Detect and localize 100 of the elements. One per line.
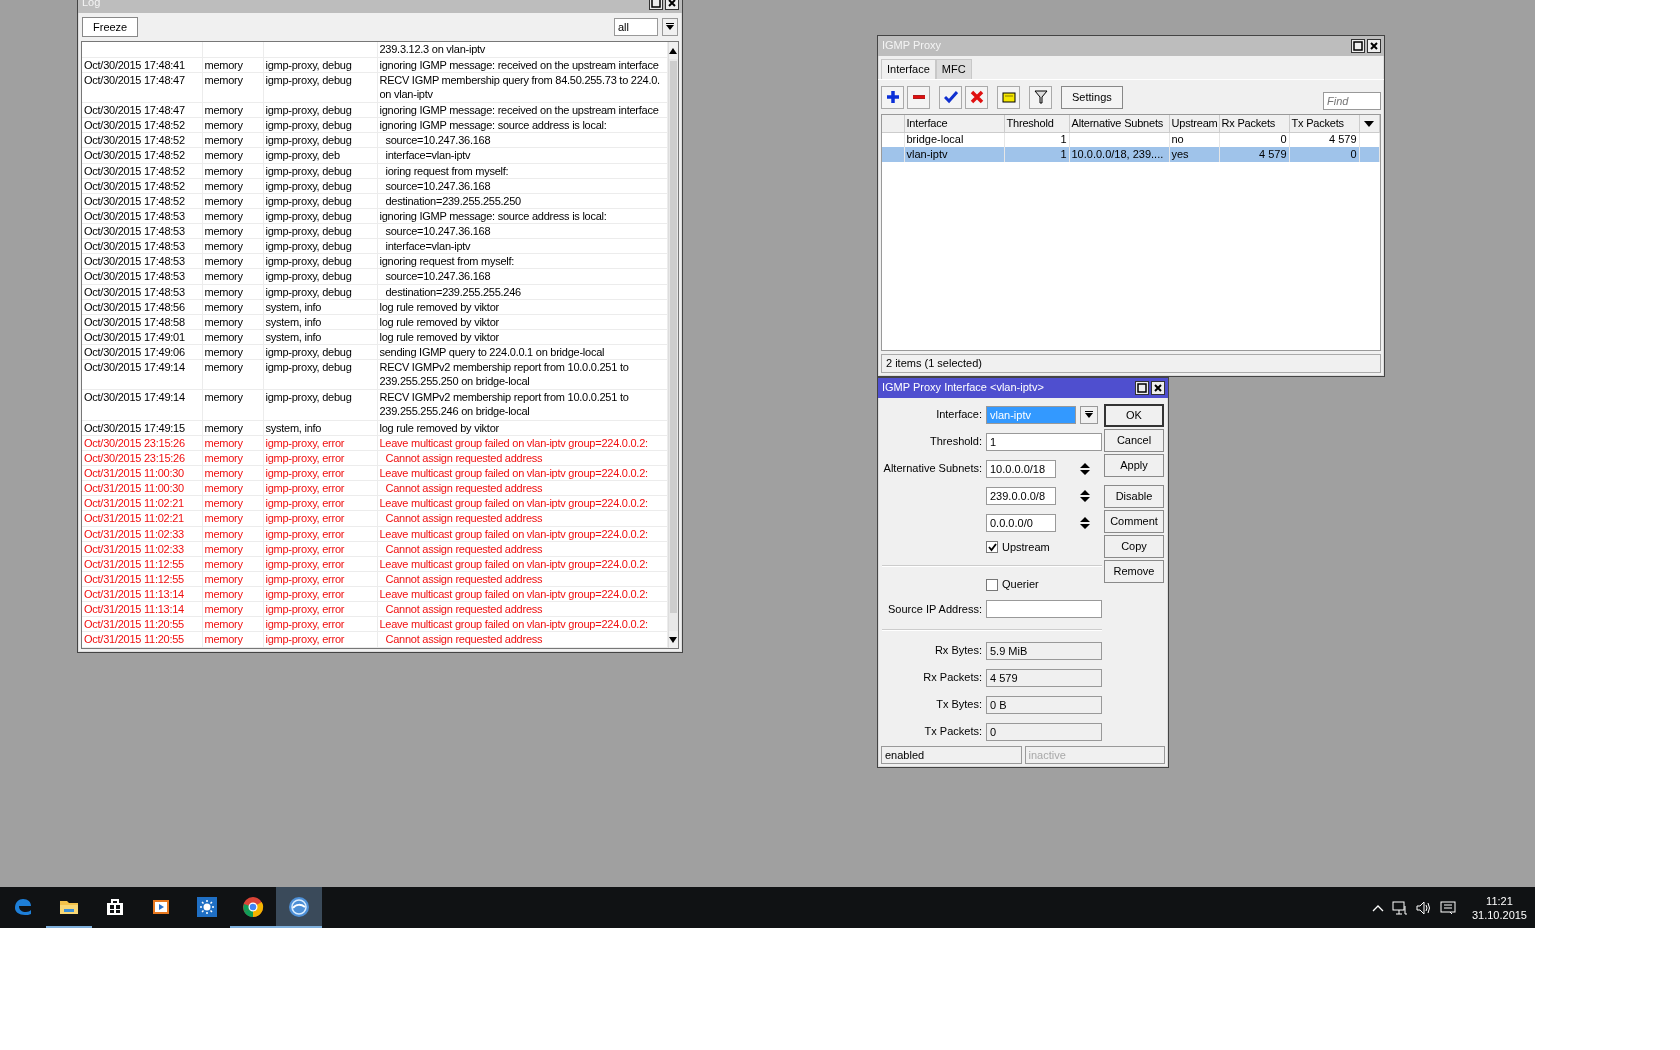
dialog-button[interactable]: Cancel [1104,429,1164,452]
maximize-button[interactable] [649,0,663,10]
topics-cell: igmp-proxy, debug [263,344,377,360]
topics-cell: igmp-proxy, debug [263,132,377,148]
threshold-field[interactable]: 1 [986,432,1102,451]
topics-cell: igmp-proxy, debug [263,268,377,284]
checkbox[interactable] [986,541,998,554]
message-cell: Leave multicast group failed on vlan-iptv group=224.0.0.2: [377,435,667,451]
topics-cell: igmp-proxy, error [263,586,377,602]
time-cell: Oct/30/2015 17:48:47 [82,102,202,118]
check-icon [943,90,958,105]
buffer-cell: memory [202,616,263,632]
close-button[interactable] [1367,39,1381,53]
column-header[interactable]: Upstream [1169,115,1219,133]
message-cell: 239.3.12.3 on vlan-iptv [377,42,667,58]
buffer-cell: memory [202,526,263,542]
tab[interactable]: MFC [935,59,972,80]
readonly-field: 5.9 MiB [986,642,1102,661]
scroll-down-button[interactable] [668,631,678,648]
comment-button[interactable] [997,85,1020,109]
time-cell: Oct/30/2015 17:48:53 [82,284,202,300]
time-cell: Oct/31/2015 11:12:55 [82,556,202,572]
topics-cell: igmp-proxy, error [263,435,377,451]
globe-icon [287,894,311,919]
chevron-up-icon[interactable] [1371,903,1384,912]
column-header[interactable]: Threshold [1004,115,1069,133]
time-cell: Oct/30/2015 23:15:26 [82,435,202,451]
subnet-field[interactable]: 239.0.0.0/8 [986,486,1056,505]
topics-cell: igmp-proxy, error [263,510,377,527]
remove-button[interactable] [907,85,930,109]
topics-cell: igmp-proxy, debug [263,72,377,103]
cross-icon [969,90,984,105]
dropdown-button[interactable] [662,18,678,36]
freeze-button[interactable]: Freeze [82,17,139,37]
buffer-cell: memory [202,223,263,239]
message-cell: ioring request from myself: [377,163,667,179]
close-button[interactable] [1151,381,1165,395]
message-cell: destination=239.255.255.246 [377,284,667,300]
volume-icon[interactable] [1415,900,1432,915]
dialog-button[interactable]: Disable [1104,485,1164,508]
filter-icon [1033,90,1048,105]
column-header[interactable]: Rx Packets [1219,115,1289,133]
dialog-button[interactable]: Copy [1104,535,1164,558]
dialog-button[interactable]: Apply [1104,454,1164,477]
enable-button[interactable] [939,85,962,109]
message-cell: ignoring IGMP message: source address is local: [377,208,667,224]
disable-button[interactable] [965,85,988,109]
close-button[interactable] [665,0,679,10]
add-button[interactable] [881,85,904,109]
spinner-arrows-icon [1080,461,1090,476]
caret-down-icon [666,23,674,31]
message-cell: source=10.247.36.168 [377,132,667,148]
subnet-field[interactable]: 0.0.0.0/0 [986,513,1056,532]
time-cell: Oct/30/2015 17:49:15 [82,420,202,436]
topics-cell: igmp-proxy, debug [263,208,377,224]
network-icon[interactable] [1391,900,1408,915]
filter-button[interactable] [1029,85,1052,109]
topics-cell: igmp-proxy, debug [263,178,377,194]
subnet-field[interactable]: 10.0.0.0/18 [986,459,1056,478]
maximize-button[interactable] [1135,381,1149,395]
time-cell: Oct/30/2015 17:49:14 [82,359,202,390]
time-cell: Oct/31/2015 11:00:30 [82,480,202,496]
table-cell: 0 [1289,147,1359,163]
dialog-button[interactable]: OK [1104,404,1164,427]
column-header[interactable]: Tx Packets [1289,115,1359,133]
buffer-cell: memory [202,102,263,118]
status-text: enabled [881,746,1022,764]
tab[interactable]: Interface [881,59,936,80]
topics-cell: igmp-proxy, error [263,526,377,542]
source-ip-field[interactable] [986,600,1102,619]
scroll-up-button[interactable] [668,42,678,59]
notification-icon[interactable] [1439,900,1456,915]
taskbar-app[interactable] [276,887,322,928]
column-header[interactable]: Alternative Subnets [1069,115,1169,133]
message-cell: Cannot assign requested address [377,631,667,648]
message-cell: Leave multicast group failed on vlan-iptv group=224.0.0.2: [377,586,667,602]
dropdown-button[interactable] [1080,406,1098,424]
column-header[interactable]: Interface [904,115,1004,133]
dialog-button[interactable]: Comment [1104,510,1164,533]
message-cell: Cannot assign requested address [377,480,667,496]
filter-dropdown[interactable]: all [614,18,658,36]
buffer-cell: memory [202,163,263,179]
checkbox[interactable] [986,578,998,591]
caret-down-icon [1085,411,1093,419]
message-cell: interface=vlan-iptv [377,147,667,163]
maximize-button[interactable] [1351,39,1365,53]
buffer-cell: memory [202,299,263,315]
message-cell: destination=239.255.255.250 [377,193,667,209]
find-field[interactable]: Find [1323,92,1381,111]
message-cell: log rule removed by viktor [377,299,667,315]
table-cell: vlan-iptv [904,147,1004,163]
field-label: Interface: [935,408,982,422]
time-cell: Oct/30/2015 17:48:52 [82,178,202,194]
buffer-cell: memory [202,284,263,300]
settings-button[interactable]: Settings [1061,85,1123,109]
message-cell: sending IGMP query to 224.0.0.1 on bridge-local [377,344,667,360]
note-icon [1001,90,1016,105]
field-label: Threshold: [929,435,982,449]
dialog-button[interactable]: Remove [1104,560,1164,583]
message-cell: RECV IGMPv2 membership report from 10.0.0.251 to 239.255.255.250 on bridge-local [377,359,667,390]
